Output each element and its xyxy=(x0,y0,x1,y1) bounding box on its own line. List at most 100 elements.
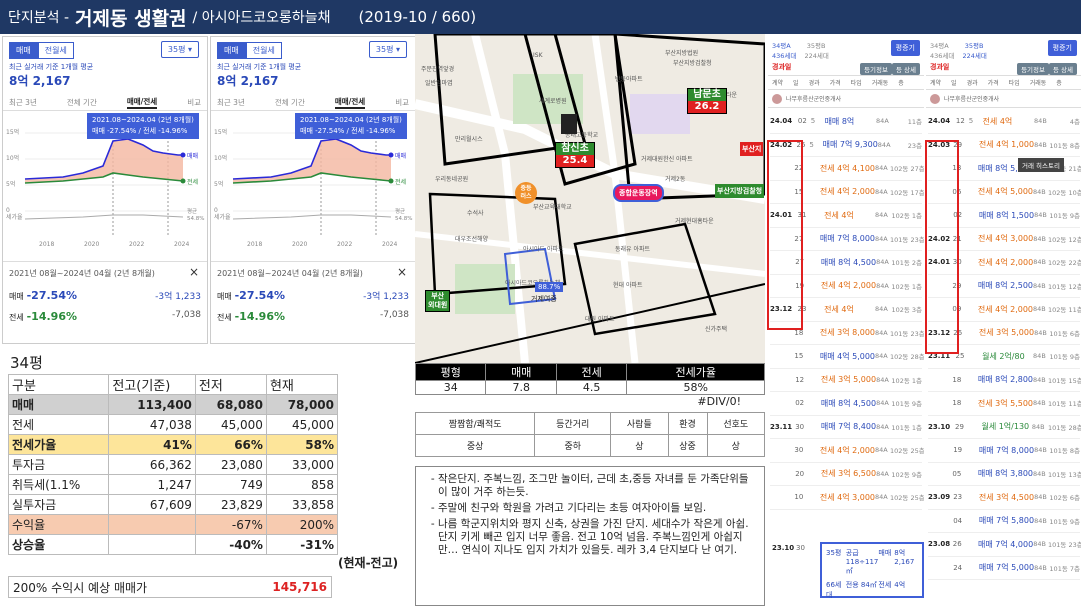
list-col-header[interactable]: 타입 xyxy=(1009,78,1020,87)
period-tab-1[interactable]: 전체 기간 xyxy=(275,97,305,108)
list-col-header[interactable]: 일 xyxy=(951,78,957,87)
map-poi[interactable]: 우리동네공원 xyxy=(435,174,468,183)
list-b-detail-button[interactable]: 등 상세 xyxy=(1048,63,1077,75)
list-a-registry-button[interactable]: 등기정보 xyxy=(860,63,892,75)
trade-row[interactable]: 23.10 29 월세 1억/130 84B 101동 28층 xyxy=(928,416,1081,439)
trade-price: 전세 4억 xyxy=(982,116,1013,126)
price-chart[interactable]: 2021.08~2024.04 (2년 8개월) 매매 -27.54% / 전세 … xyxy=(3,111,207,261)
trade-row[interactable]: 10 전세 4억 3,000 84A 102동 25층 xyxy=(770,486,924,510)
university-label[interactable]: 부산 외대원 xyxy=(425,290,451,312)
map-poi[interactable]: 부산지방법원 xyxy=(665,48,698,57)
list-b-registry-button[interactable]: 등기정보 xyxy=(1017,63,1049,75)
close-icon[interactable]: × xyxy=(189,265,199,279)
history-button[interactable]: 거래 히스토리 xyxy=(1018,158,1064,172)
list-a-type[interactable]: 34평A xyxy=(772,42,791,50)
period-tab-3[interactable]: 비교 xyxy=(395,97,409,108)
period-tab-0[interactable]: 최근 3년 xyxy=(9,97,37,108)
list-col-header[interactable]: 가격 xyxy=(988,78,999,87)
list-col-header[interactable]: 거래동 xyxy=(872,78,889,87)
map-view[interactable]: ISK 일반임마엽 주문진역앞경 부산지방법원 부산지방검찰청 세계로병원 반동아파트 만리월… xyxy=(415,34,765,363)
list-a-detail-button[interactable]: 등 상세 xyxy=(891,63,920,75)
list-col-header[interactable]: 거래동 xyxy=(1030,78,1047,87)
calc-cell: 41% xyxy=(108,434,196,455)
map-poi[interactable]: 대우조선해양 xyxy=(455,234,488,243)
trade-row[interactable]: 15 매매 4억 5,000 84A 102동 28층 xyxy=(770,345,924,369)
map-poi[interactable]: 대원 아파트 xyxy=(585,314,615,323)
list-col-header[interactable]: 계약 xyxy=(930,78,941,87)
court-label[interactable]: 부산지방검찰청 xyxy=(715,184,765,198)
list-b-columns: 계약 일 경과 가격 타입 거래동 층 xyxy=(926,76,1081,90)
map-poi[interactable]: 현대 아파트 xyxy=(613,280,643,289)
list-col-header[interactable]: 층 xyxy=(1056,78,1062,87)
trade-row[interactable]: 23.08 26 매매 7억 4,000 84B 101동 23층 xyxy=(928,533,1081,557)
pct-badge[interactable]: 88.7% xyxy=(535,282,564,292)
trade-row[interactable]: 30 전세 4억 2,000 84A 102동 25층 xyxy=(770,439,924,463)
list-col-header[interactable]: 층 xyxy=(898,78,904,87)
map-poi[interactable]: 동래유 아파트 xyxy=(615,244,650,253)
period-tab-0[interactable]: 최근 3년 xyxy=(217,97,245,108)
map-poi[interactable]: ISK xyxy=(533,52,543,59)
stats-value-1: 7.8 xyxy=(485,380,557,395)
period-tab-2[interactable]: 매매/전세 xyxy=(334,96,366,109)
map-poi[interactable]: 신가주택 xyxy=(705,324,727,333)
list-col-header[interactable]: 계약 xyxy=(772,78,783,87)
trade-row[interactable]: 19 매매 7억 8,000 84B 101동 8층 xyxy=(928,439,1080,463)
trade-row[interactable]: 04 매매 7억 5,800 84B 101동 9층 xyxy=(928,510,1080,533)
list-a-type2[interactable]: 35평B xyxy=(807,42,826,50)
trade-row[interactable]: 23.11 30 매매 7억 8,400 84A 101동 1층 xyxy=(770,416,922,439)
list-b-type[interactable]: 34평A xyxy=(930,42,949,50)
list-col-header[interactable]: 타입 xyxy=(851,78,862,87)
tab-sale[interactable]: 매매 xyxy=(9,42,38,59)
trade-row[interactable]: 24.04 02 5 매매 8억 84A 11층 xyxy=(770,110,922,134)
trade-row[interactable]: 18 매매 8억 2,800 84B 101동 15층 xyxy=(928,369,1081,392)
trade-price: 매매 7억 4,000 xyxy=(978,539,1034,549)
close-icon[interactable]: × xyxy=(397,265,407,279)
list-col-header[interactable]: 경과 xyxy=(967,78,978,87)
map-poi[interactable]: 수석사 xyxy=(467,208,484,217)
map-poi[interactable]: 주문진역앞경 xyxy=(421,64,454,73)
list-b-type2[interactable]: 35평B xyxy=(965,42,984,50)
period-tab-2[interactable]: 매매/전세 xyxy=(126,96,158,109)
trade-day: 20 xyxy=(795,469,805,478)
period-tab-1[interactable]: 전체 기간 xyxy=(67,97,97,108)
list-col-header[interactable]: 일 xyxy=(793,78,799,87)
x-label-1: 2020 xyxy=(84,241,100,248)
map-poi[interactable]: 반동아파트 xyxy=(615,74,643,83)
map-poi[interactable]: 부산지방검찰청 xyxy=(673,58,712,67)
list-col-header[interactable]: 경과 xyxy=(809,78,820,87)
list-col-header[interactable]: 가격 xyxy=(830,78,841,87)
map-poi[interactable]: 만리월시스 xyxy=(455,134,483,143)
trade-row[interactable]: 02 매매 8억 4,500 84A 101동 9층 xyxy=(770,392,922,416)
right-edge-label[interactable]: 부산지 xyxy=(740,142,764,156)
map-poi[interactable]: 일반임마엽 xyxy=(425,78,453,87)
map-poi[interactable]: 세계로병원 xyxy=(539,96,567,105)
list-a-size-button[interactable]: 평증기 xyxy=(890,40,920,56)
list-a-summary-card[interactable]: 35평 공급 118÷117㎡ 매매 8억 2,167 66세대 전용 84㎡ 전세 4억 xyxy=(820,542,924,599)
period-tab-3[interactable]: 비교 xyxy=(187,97,201,108)
map-poi[interactable]: 부산교육대학교 xyxy=(533,202,572,211)
map-poi[interactable]: 아시아드 아파트 xyxy=(523,244,564,253)
trade-row[interactable]: 18 전세 3억 5,500 84B 101동 11층 xyxy=(928,392,1081,416)
trade-row[interactable]: 24 매매 7억 5,000 84B 101동 7층 xyxy=(928,557,1080,580)
size-select[interactable]: 35평 ▾ xyxy=(160,41,199,58)
map-poi[interactable]: 거제대원한신 아파트 xyxy=(641,154,693,163)
trade-row[interactable]: 24.04 12 5 전세 4억 84B 4층 xyxy=(928,110,1080,134)
tab-sale[interactable]: 매매 xyxy=(217,42,246,59)
price-chart[interactable]: 2021.08~2024.04 (2년 8개월) 매매 -27.54% / 전세 … xyxy=(211,111,415,261)
trade-row[interactable]: 23.09 23 전세 3억 4,500 84B 102동 6층 xyxy=(928,486,1080,510)
school-chamshin-label[interactable]: 참신초 25.4 xyxy=(555,142,595,168)
trade-row[interactable]: 20 전세 3억 6,500 84A 102동 9층 xyxy=(770,463,922,486)
size-select[interactable]: 35평 ▾ xyxy=(368,41,407,58)
trade-row[interactable]: 12 전세 3억 5,000 84A 102동 1층 xyxy=(770,369,922,392)
station-label[interactable]: 종합운동장역 xyxy=(613,184,664,202)
middle-school-badge[interactable]: 중등 러스 xyxy=(515,182,537,204)
map-poi[interactable]: 거제2동 xyxy=(665,174,685,183)
school-namun-label[interactable]: 남문초 26.2 xyxy=(687,88,727,114)
trade-row[interactable]: 05 매매 8억 3,800 84B 101동 13층 xyxy=(928,463,1081,486)
calc-cell: 23,829 xyxy=(194,494,267,515)
jeon-change-row: 전세 -14.96% -7,038 xyxy=(3,310,207,323)
tab-jeonse[interactable]: 전월세 xyxy=(37,42,74,59)
map-poi[interactable]: 거제현대홈타운 xyxy=(675,216,714,225)
tab-jeonse[interactable]: 전월세 xyxy=(245,42,282,59)
list-b-size-button[interactable]: 평증기 xyxy=(1047,40,1077,56)
